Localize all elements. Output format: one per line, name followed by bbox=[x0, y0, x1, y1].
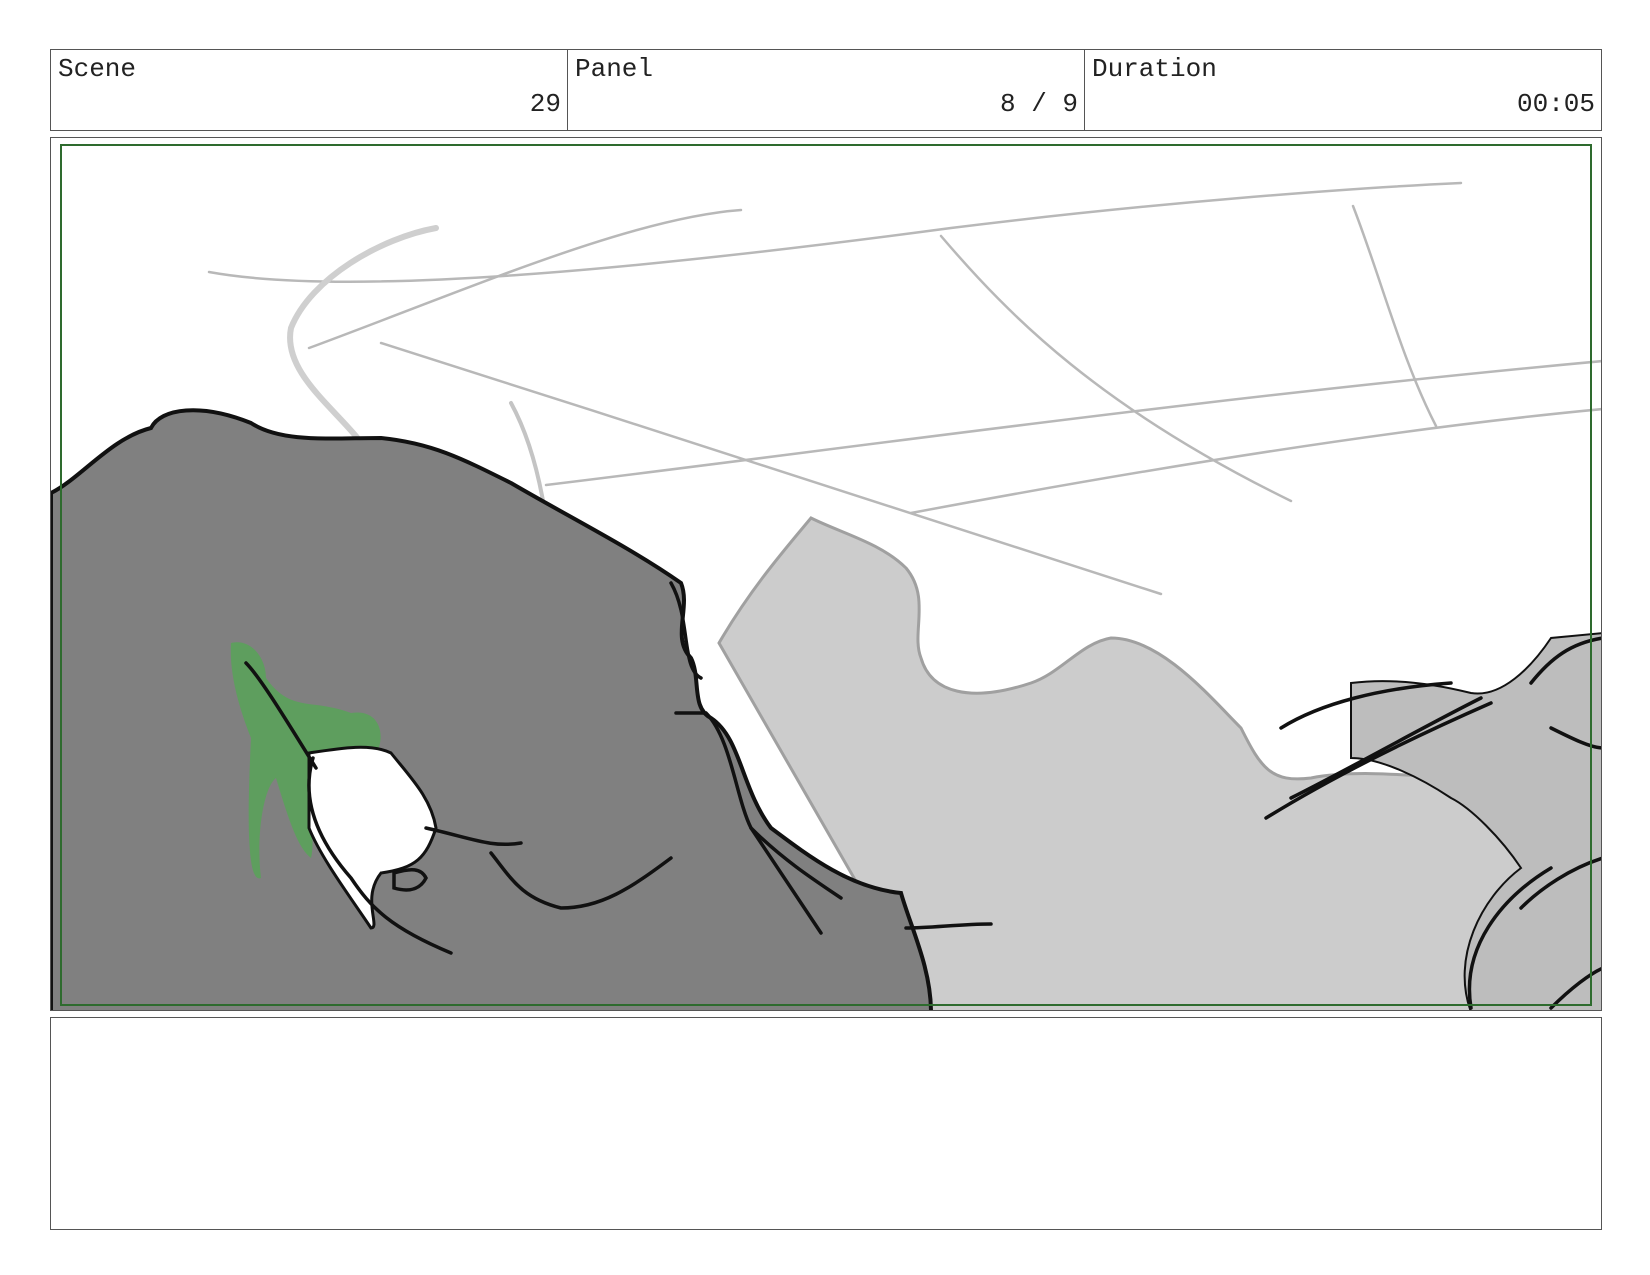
notes-box[interactable] bbox=[50, 1017, 1602, 1230]
duration-cell: Duration 00:05 bbox=[1085, 50, 1601, 130]
scene-label: Scene bbox=[58, 54, 137, 84]
duration-value: 00:05 bbox=[1516, 89, 1595, 119]
panel-label: Panel bbox=[575, 54, 654, 84]
panel-info-header: Scene 29 Panel 8 / 9 Duration 00:05 bbox=[50, 49, 1602, 131]
panel-number: 8 / 9 bbox=[999, 89, 1078, 119]
duration-label: Duration bbox=[1092, 54, 1217, 84]
storyboard-frame bbox=[50, 137, 1602, 1011]
storyboard-sketch bbox=[51, 144, 1601, 1010]
panel-cell: Panel 8 / 9 bbox=[568, 50, 1085, 130]
scene-number: 29 bbox=[529, 89, 561, 119]
scene-cell: Scene 29 bbox=[51, 50, 568, 130]
